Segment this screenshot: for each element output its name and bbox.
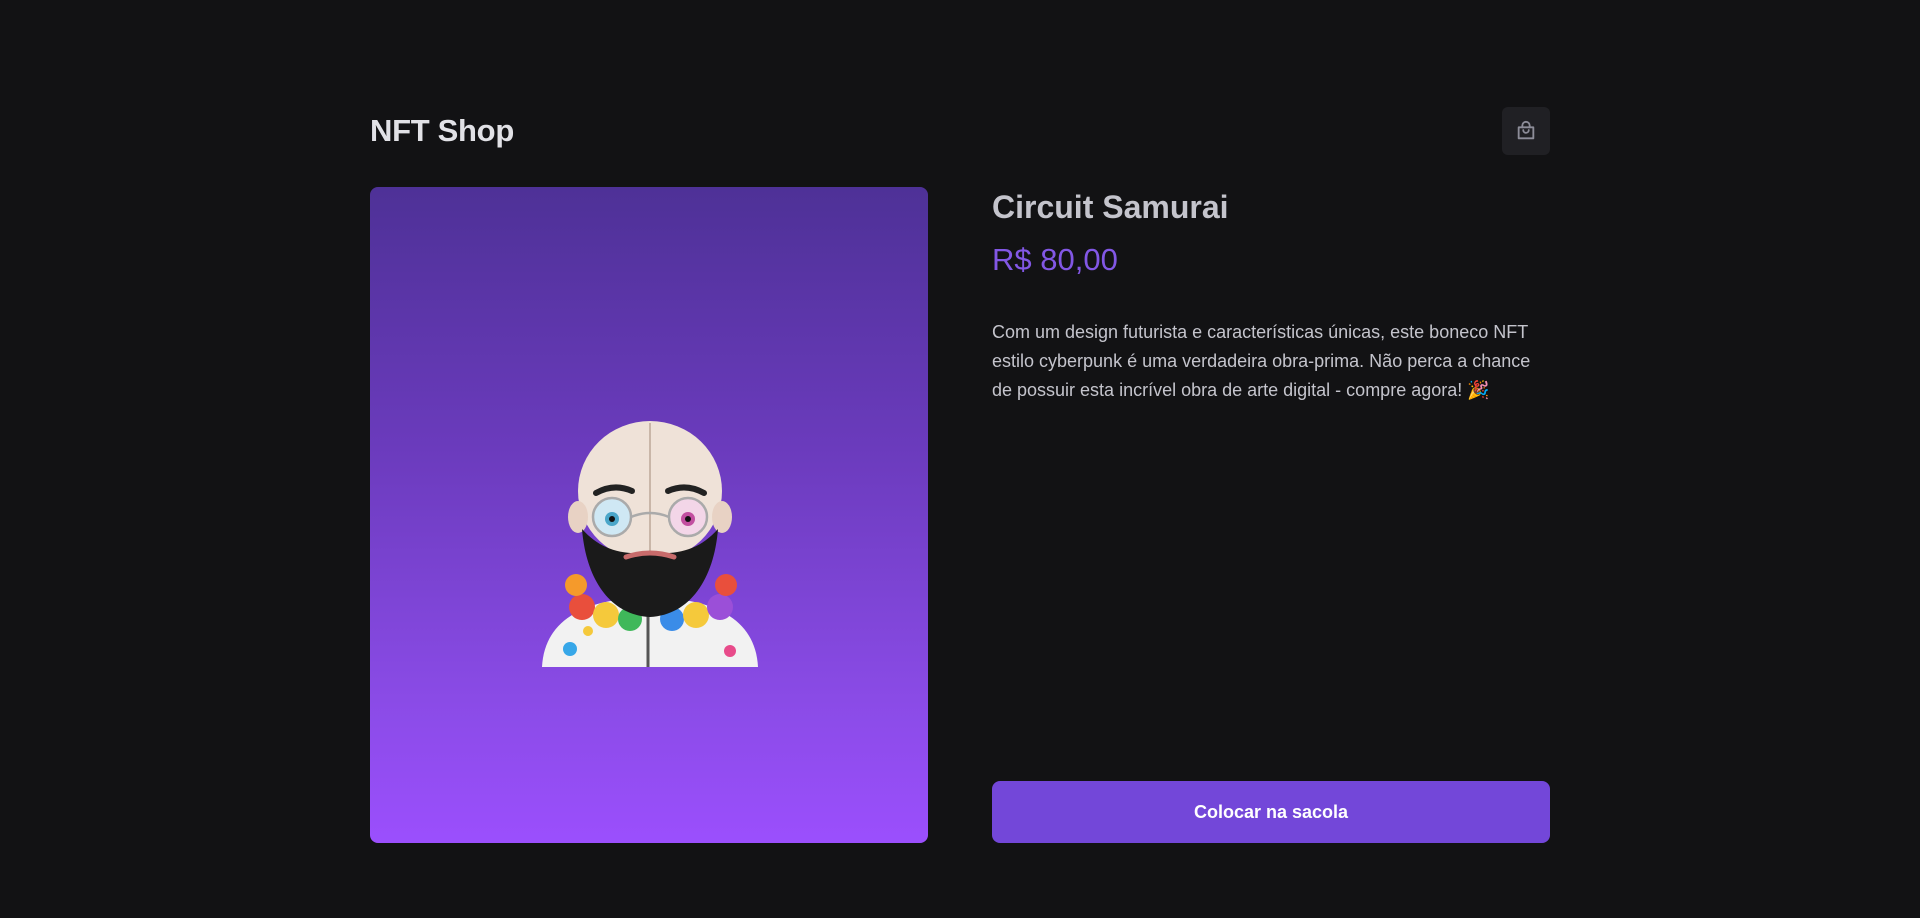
product-price: R$ 80,00 <box>992 242 1118 277</box>
product-title: Circuit Samurai <box>992 189 1229 225</box>
shopping-bag-button[interactable] <box>1502 107 1550 155</box>
shopping-bag-icon <box>1517 120 1535 140</box>
nft-avatar-image <box>542 421 758 667</box>
page-container: NFT Shop Circuit Samurai R$ 80,00 Com um… <box>370 0 1550 918</box>
product-image-card <box>370 187 928 843</box>
header: NFT Shop <box>370 107 1550 157</box>
add-to-bag-button[interactable]: Colocar na sacola <box>992 781 1550 843</box>
product-details: Circuit Samurai R$ 80,00 Com um design f… <box>992 187 1550 843</box>
logo[interactable]: NFT Shop <box>370 113 514 149</box>
product-description: Com um design futurista e característica… <box>992 322 1531 400</box>
